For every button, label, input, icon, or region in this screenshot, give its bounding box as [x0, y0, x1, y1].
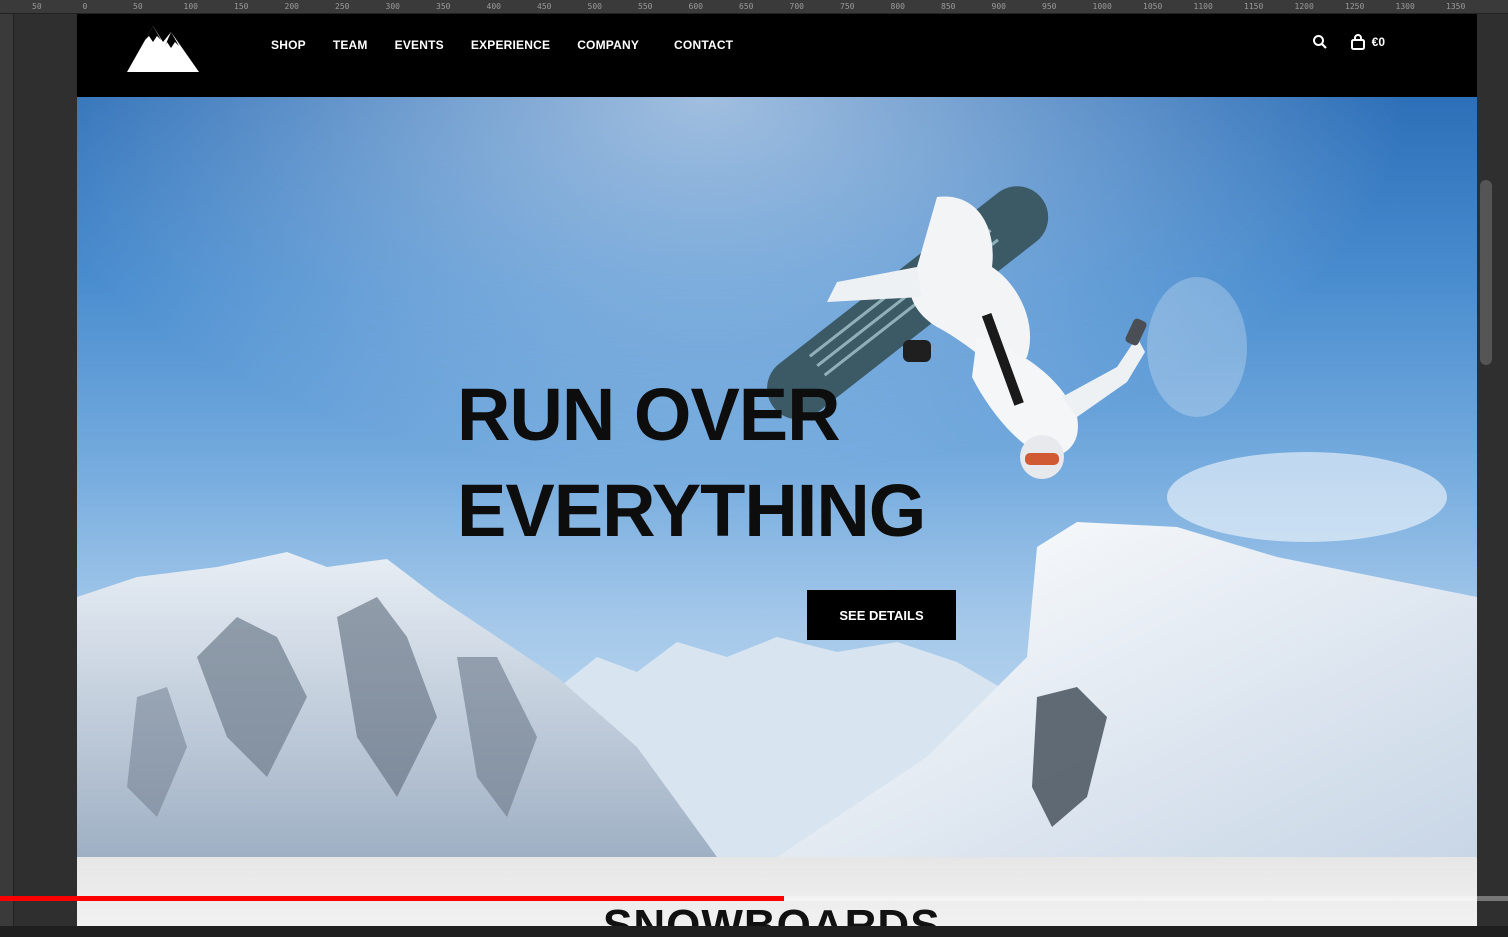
nav-shop[interactable]: SHOP [271, 38, 306, 52]
ruler-tick: 350 [436, 2, 451, 11]
ruler-tick: 50 [32, 2, 42, 11]
ruler-tick: 150 [234, 2, 249, 11]
ruler-tick: 50 [133, 2, 143, 11]
ruler-tick: 0 [82, 2, 88, 11]
ruler-tick: 500 [587, 2, 602, 11]
hero-headline-line-2: EVERYTHING [457, 469, 926, 552]
ruler-tick: 650 [739, 2, 754, 11]
main-navigation: SHOP TEAM EVENTS EXPERIENCE COMPANY CONT… [271, 38, 760, 52]
horizontal-ruler: 50 0 50 100 150 200 250 300 350 400 450 500 550 600 65… [0, 0, 1508, 14]
ruler-tick: 450 [537, 2, 552, 11]
search-icon[interactable] [1312, 34, 1328, 50]
cart-total: €0 [1371, 35, 1385, 49]
ruler-tick: 400 [486, 2, 501, 11]
ruler-tick: 900 [991, 2, 1006, 11]
video-progress-bar[interactable] [0, 896, 1508, 901]
ruler-tick: 950 [1042, 2, 1057, 11]
website-canvas: SHOP TEAM EVENTS EXPERIENCE COMPANY CONT… [77, 14, 1477, 937]
nav-events[interactable]: EVENTS [395, 38, 444, 52]
hero-headline-line-1: RUN OVER [457, 373, 841, 456]
nav-contact[interactable]: CONTACT [674, 38, 733, 52]
player-control-bar [0, 926, 1508, 937]
ruler-tick: 1050 [1143, 2, 1163, 11]
ruler-tick: 250 [335, 2, 350, 11]
ruler-tick: 1150 [1244, 2, 1264, 11]
mountain-logo-icon[interactable] [127, 18, 199, 72]
site-header: SHOP TEAM EVENTS EXPERIENCE COMPANY CONT… [77, 14, 1477, 97]
ruler-tick: 300 [385, 2, 400, 11]
nav-experience[interactable]: EXPERIENCE [471, 38, 550, 52]
ruler-tick: 1200 [1294, 2, 1314, 11]
see-details-button[interactable]: SEE DETAILS [807, 590, 956, 640]
ruler-tick: 600 [688, 2, 703, 11]
ruler-tick: 850 [941, 2, 956, 11]
ruler-tick: 1250 [1345, 2, 1365, 11]
cart-button[interactable]: €0 [1350, 34, 1385, 50]
ruler-tick: 200 [284, 2, 299, 11]
ruler-tick: 1300 [1395, 2, 1415, 11]
video-progress-played [0, 896, 785, 901]
ruler-tick: 750 [840, 2, 855, 11]
hero-headline: RUN OVER EVERYTHING [457, 367, 926, 559]
ruler-tick: 550 [638, 2, 653, 11]
ruler-tick: 1350 [1446, 2, 1466, 11]
ruler-tick: 700 [789, 2, 804, 11]
nav-team[interactable]: TEAM [333, 38, 368, 52]
header-actions: €0 [1312, 34, 1385, 50]
nav-company[interactable]: COMPANY [577, 38, 639, 52]
ruler-tick: 1100 [1193, 2, 1213, 11]
ruler-tick: 800 [890, 2, 905, 11]
ruler-tick: 100 [183, 2, 198, 11]
shopping-bag-icon [1350, 34, 1365, 50]
vertical-ruler [0, 14, 14, 937]
vertical-scrollbar[interactable] [1480, 180, 1492, 365]
hero-banner: RUN OVER EVERYTHING SEE DETAILS [77, 97, 1477, 857]
ruler-tick: 1000 [1092, 2, 1112, 11]
